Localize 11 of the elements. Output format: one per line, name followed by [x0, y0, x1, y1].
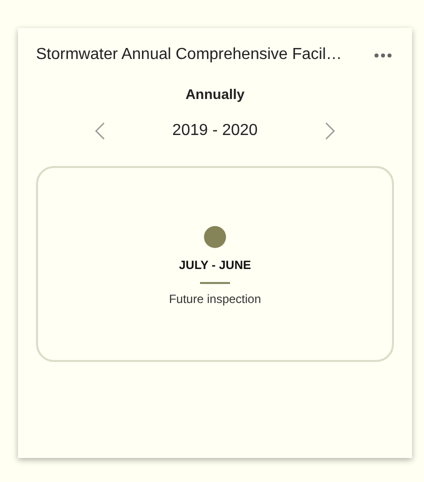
card-title: Stormwater Annual Comprehensive Facil… — [36, 46, 342, 64]
months-label: JULY - JUNE — [178, 258, 252, 272]
period-label: 2019 - 2020 — [172, 122, 258, 140]
next-button[interactable] — [325, 122, 335, 140]
status-label: Future inspection — [168, 292, 262, 306]
frequency-label: Annually — [185, 86, 245, 102]
previous-button[interactable] — [95, 122, 105, 140]
more-icon — [374, 52, 392, 58]
chevron-left-icon — [95, 122, 105, 140]
chevron-right-icon — [325, 122, 335, 140]
more-options-button[interactable] — [372, 50, 394, 60]
